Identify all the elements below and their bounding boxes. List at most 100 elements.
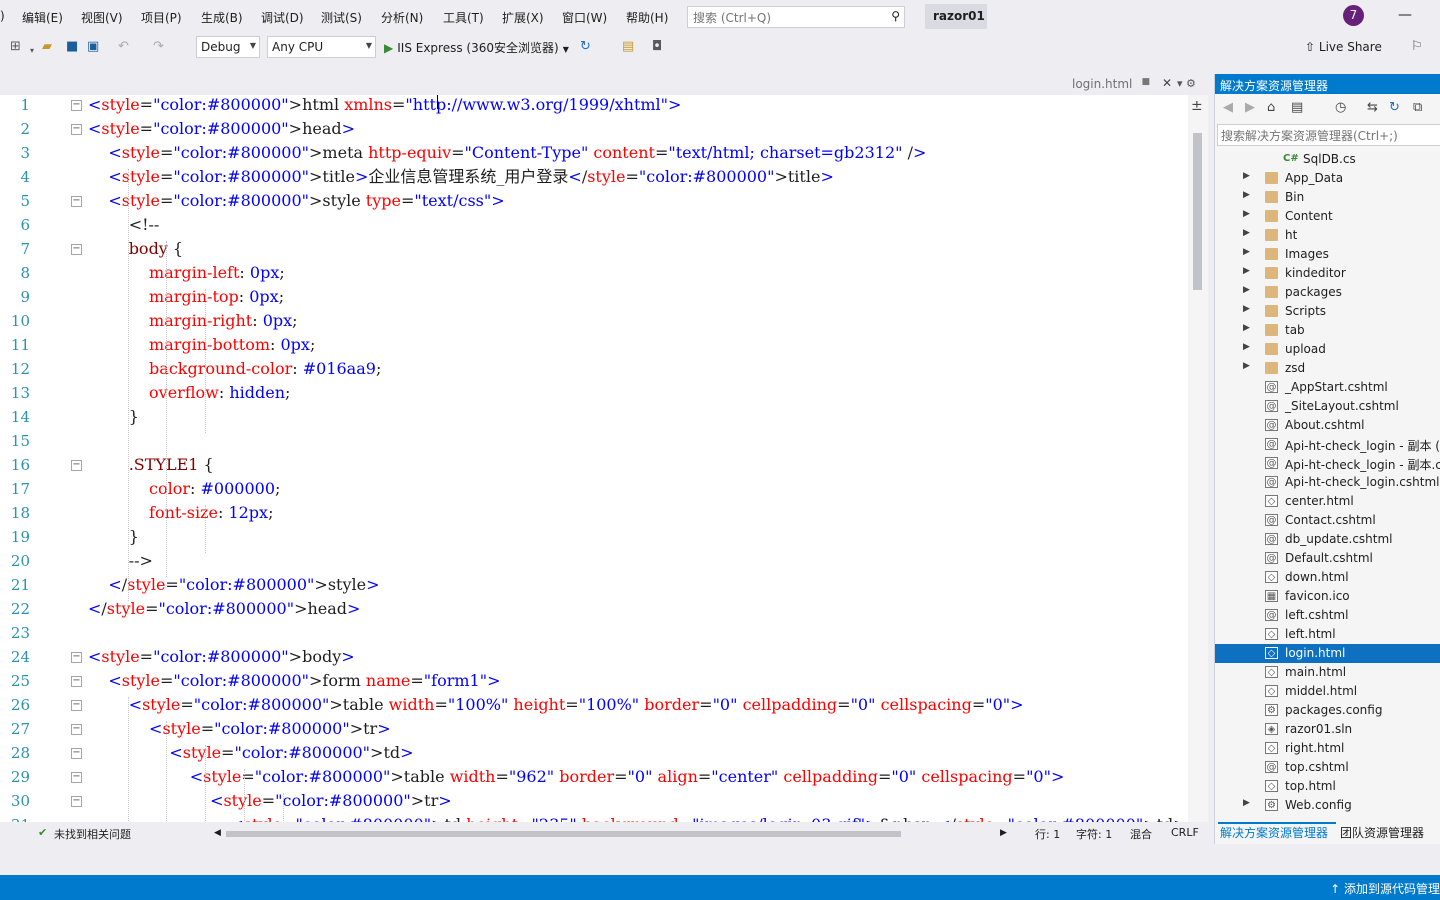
fold-toggle-icon[interactable]: − (71, 460, 82, 471)
add-source-control-button[interactable]: ↑ 添加到源代码管理 (1330, 880, 1440, 897)
code-line[interactable]: } (88, 407, 139, 427)
browser-link-icon[interactable]: ▤ (622, 39, 634, 55)
code-line[interactable]: <!-- (88, 215, 160, 235)
code-line[interactable]: margin-left: 0px; (88, 263, 285, 283)
fold-toggle-icon[interactable]: − (71, 100, 82, 111)
tree-item[interactable]: ▶ tab (1215, 321, 1440, 340)
tab-team-explorer[interactable]: 团队资源管理器 (1340, 824, 1424, 841)
code-line[interactable]: <style="color:#800000">form name="form1"… (88, 671, 500, 691)
menu-view[interactable]: 视图(V) (81, 9, 123, 26)
sync-icon[interactable]: ⇆ (1367, 100, 1378, 115)
expand-arrow-icon[interactable]: ▶ (1243, 190, 1250, 200)
tree-item[interactable]: @ db_update.cshtml (1215, 530, 1440, 549)
code-editor[interactable]: 1 2 3 4 5 6 7 8 9 10 11 12 13 14 15 16 17 18 19 20 21 22 23 24 2… (0, 95, 1188, 822)
tree-item[interactable]: @ left.cshtml (1215, 606, 1440, 625)
tree-item[interactable]: C# SqlDB.cs (1215, 150, 1440, 169)
tree-item[interactable]: ◇ left.html (1215, 625, 1440, 644)
fold-toggle-icon[interactable]: − (71, 796, 82, 807)
save-all-icon[interactable]: ▣ (87, 39, 99, 55)
quick-search-box[interactable]: ⚲ (687, 6, 905, 28)
tree-item[interactable]: ▶ Scripts (1215, 302, 1440, 321)
code-line[interactable]: color: #000000; (88, 479, 280, 499)
tree-item[interactable]: @ Default.cshtml (1215, 549, 1440, 568)
fold-toggle-icon[interactable]: − (71, 724, 82, 735)
tree-item[interactable]: @ Api-ht-check_login - 副本.cs (1215, 454, 1440, 473)
tree-item[interactable]: ▶ kindeditor (1215, 264, 1440, 283)
menu-help[interactable]: 帮助(H) (626, 9, 668, 26)
tab-solution-explorer[interactable]: 解决方案资源管理器 (1220, 824, 1328, 841)
scrollbar-thumb[interactable] (1193, 133, 1202, 290)
tree-item[interactable]: @ top.cshtml (1215, 758, 1440, 777)
switch-views-icon[interactable]: ▤ (1291, 100, 1303, 115)
tree-item[interactable]: @ _SiteLayout.cshtml (1215, 397, 1440, 416)
menu-test[interactable]: 测试(S) (321, 9, 362, 26)
menu-extensions[interactable]: 扩展(X) (502, 9, 544, 26)
fold-toggle-icon[interactable]: − (71, 700, 82, 711)
vertical-scrollbar[interactable]: ± (1188, 95, 1208, 822)
tree-item[interactable]: @ Api-ht-check_login - 副本 (2 (1215, 435, 1440, 454)
tree-item[interactable]: ◇ down.html (1215, 568, 1440, 587)
menu-analyze[interactable]: 分析(N) (381, 9, 423, 26)
refresh-icon[interactable]: ↻ (1389, 100, 1400, 115)
scroll-left-icon[interactable]: ◀ (214, 828, 221, 838)
menu-window[interactable]: 窗口(W) (562, 9, 607, 26)
open-folder-icon[interactable]: ▰ (42, 39, 52, 55)
forward-icon[interactable]: ▶ (1245, 100, 1255, 115)
tree-item[interactable]: ⚙ packages.config (1215, 701, 1440, 720)
expand-arrow-icon[interactable]: ▶ (1243, 361, 1250, 371)
expand-arrow-icon[interactable]: ▶ (1243, 228, 1250, 238)
back-icon[interactable]: ◀ (1223, 100, 1233, 115)
menu-build[interactable]: 生成(B) (201, 9, 243, 26)
code-line[interactable]: background-color: #016aa9; (88, 359, 381, 379)
code-line[interactable]: </style="color:#800000">style> (88, 575, 379, 595)
code-line[interactable]: } (88, 527, 139, 547)
config-dropdown[interactable]: Debug ▼ (196, 36, 260, 58)
collapse-all-icon[interactable]: ⧉ (1413, 100, 1422, 115)
pin-icon[interactable]: ■ (1141, 77, 1150, 87)
undo-icon[interactable]: ↶ (118, 39, 129, 55)
code-line[interactable]: </style="color:#800000">head> (88, 599, 360, 619)
platform-dropdown[interactable]: Any CPU ▼ (267, 36, 376, 58)
tree-item[interactable]: ◇ right.html (1215, 739, 1440, 758)
expand-arrow-icon[interactable]: ▶ (1243, 247, 1250, 257)
code-line[interactable]: <style="color:#800000">tr> (88, 791, 452, 811)
minimize-button[interactable]: — (1398, 7, 1412, 23)
code-line[interactable]: <style="color:#800000">td height="235" b… (88, 815, 1186, 822)
feedback-icon[interactable]: ⚐ (1411, 39, 1423, 55)
tree-item[interactable]: ▦ favicon.ico (1215, 587, 1440, 606)
code-line[interactable]: margin-top: 0px; (88, 287, 284, 307)
tree-item[interactable]: ▶ ⚙ Web.config (1215, 796, 1440, 815)
code-line[interactable]: <style="color:#800000">table width="100%… (88, 695, 1024, 715)
horizontal-scrollbar[interactable] (226, 831, 901, 837)
tree-item[interactable]: ◈ razor01.sln (1215, 720, 1440, 739)
pending-changes-icon[interactable]: ◷ (1335, 100, 1346, 115)
tree-item[interactable]: ▶ App_Data (1215, 169, 1440, 188)
split-icon[interactable]: ± (1191, 98, 1203, 114)
tree-item[interactable]: ◇ main.html (1215, 663, 1440, 682)
code-line[interactable]: <style="color:#800000">tr> (88, 719, 391, 739)
tab-login-html[interactable]: login.html ■ ✕ (1067, 74, 1175, 95)
code-line[interactable]: font-size: 12px; (88, 503, 273, 523)
tree-item[interactable]: ◇ center.html (1215, 492, 1440, 511)
home-icon[interactable]: ⌂ (1267, 100, 1275, 115)
fold-toggle-icon[interactable]: − (71, 676, 82, 687)
code-line[interactable]: <style="color:#800000">table width="962"… (88, 767, 1065, 787)
redo-icon[interactable]: ↷ (153, 39, 164, 55)
menu-edit[interactable]: 编辑(E) (22, 9, 63, 26)
expand-arrow-icon[interactable]: ▶ (1243, 285, 1250, 295)
tree-item[interactable]: ▶ packages (1215, 283, 1440, 302)
tree-item[interactable]: @ Contact.cshtml (1215, 511, 1440, 530)
menu-tools[interactable]: 工具(T) (443, 9, 484, 26)
tree-item[interactable]: @ Api-ht-check_login.cshtml (1215, 473, 1440, 492)
solution-search-input[interactable] (1218, 126, 1440, 146)
code-line[interactable]: body { (88, 239, 183, 259)
close-icon[interactable]: ✕ (1162, 76, 1172, 90)
code-line[interactable]: <style="color:#800000">body> (88, 647, 355, 667)
code-line[interactable]: .STYLE1 { (88, 455, 214, 475)
code-line[interactable]: <style="color:#800000">html xmlns="http:… (88, 95, 681, 115)
expand-arrow-icon[interactable]: ▶ (1243, 209, 1250, 219)
menu-debug[interactable]: 调试(D) (261, 9, 304, 26)
avatar[interactable]: 7 (1343, 5, 1364, 26)
fold-toggle-icon[interactable]: − (71, 196, 82, 207)
issues-status[interactable]: 未找到相关问题 (54, 826, 131, 842)
